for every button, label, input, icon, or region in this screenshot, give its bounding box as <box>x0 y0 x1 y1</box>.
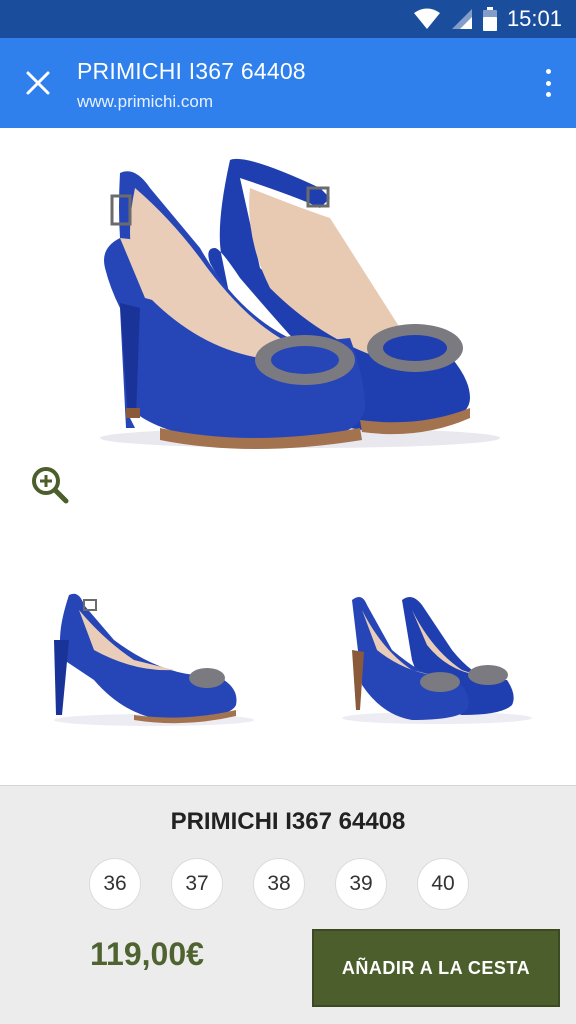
product-name: PRIMICHI I367 64408 <box>170 808 406 835</box>
add-to-cart-button[interactable]: AÑADIR A LA CESTA <box>312 929 560 1007</box>
size-selector: 36 37 38 39 40 <box>89 858 469 910</box>
product-thumbnail-pair[interactable] <box>312 510 552 785</box>
size-option-40[interactable]: 40 <box>417 858 469 910</box>
page-url: www.primichi.com <box>77 92 214 111</box>
signal-icon <box>451 9 472 29</box>
app-bar: PRIMICHI I367 64408 www.primichi.com <box>0 38 576 128</box>
size-option-39[interactable]: 39 <box>335 858 387 910</box>
product-panel: PRIMICHI I367 64408 36 37 38 39 40 119,0… <box>0 785 576 1024</box>
product-thumbnail-side[interactable] <box>24 510 274 785</box>
zoom-in-icon[interactable] <box>30 465 70 505</box>
size-option-38[interactable]: 38 <box>253 858 305 910</box>
status-time: 15:01 <box>506 6 562 31</box>
close-icon <box>26 71 50 95</box>
status-icons: 15:01 <box>413 0 562 38</box>
page-title: PRIMICHI I367 64408 <box>77 58 306 84</box>
more-vert-icon <box>545 69 551 74</box>
product-main-image[interactable] <box>0 128 576 468</box>
close-button[interactable] <box>18 63 58 103</box>
wifi-icon <box>413 8 440 29</box>
overflow-menu-button[interactable] <box>540 66 556 100</box>
status-bar: 15:01 <box>0 0 576 38</box>
size-option-37[interactable]: 37 <box>171 858 223 910</box>
product-price: 119,00€ <box>90 936 204 972</box>
size-option-36[interactable]: 36 <box>89 858 141 910</box>
battery-icon <box>482 7 497 31</box>
